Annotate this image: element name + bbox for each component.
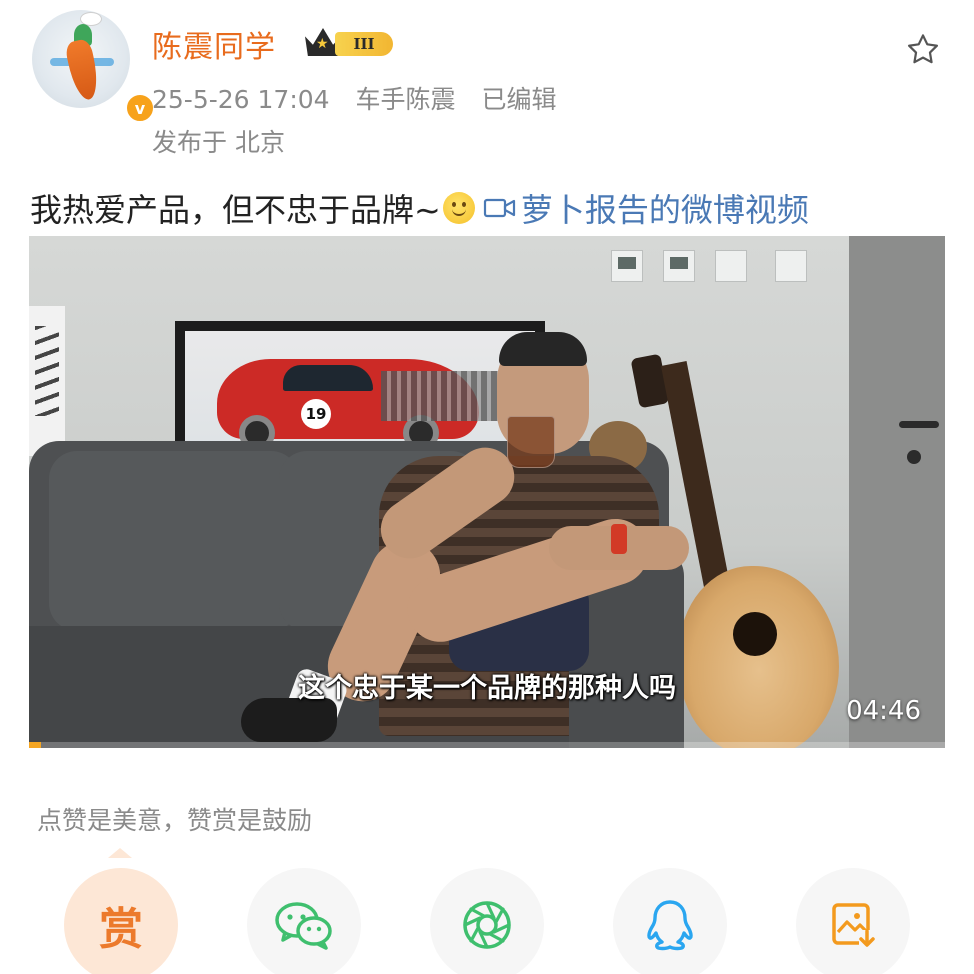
author-name[interactable]: 陈震同学 [152, 22, 276, 66]
video-player[interactable]: 19 这个忠于某一个品牌的那种人吗 04:46 [29, 236, 945, 748]
video-link[interactable]: 萝卜报告的微博视频 [483, 185, 809, 231]
reward-button[interactable]: 赏 [64, 868, 178, 974]
post-meta: 25-5-26 17:04 车手陈震 已编辑 [152, 80, 575, 116]
share-row: 赏 [0, 858, 974, 974]
wechat-share-button[interactable] [247, 868, 361, 974]
video-duration: 04:46 [846, 696, 921, 726]
author-avatar[interactable]: v [32, 10, 156, 124]
reward-icon: 赏 [99, 904, 143, 955]
video-camera-icon [483, 198, 515, 218]
post-body: 我热爱产品，但不忠于品牌~ [30, 191, 441, 229]
reward-hint: 点赞是美意，赞赏是鼓励 [37, 806, 313, 835]
edited-label[interactable]: 已编辑 [482, 85, 557, 114]
moments-icon [463, 901, 511, 949]
avatar-carrot-icon [64, 37, 102, 103]
vip-badge[interactable]: III [305, 26, 395, 58]
post-time: 25-5-26 17:04 [152, 85, 330, 114]
wechat-icon [275, 902, 332, 950]
save-image-button[interactable] [796, 868, 910, 974]
video-progress-fill [29, 742, 41, 748]
qq-share-button[interactable] [613, 868, 727, 974]
smile-emoji-icon [442, 192, 475, 224]
post-location: 发布于 北京 [152, 128, 285, 157]
qq-icon [647, 900, 693, 951]
video-link-label: 萝卜报告的微博视频 [520, 191, 809, 229]
moments-share-button[interactable] [430, 868, 544, 974]
video-progress-bar[interactable] [29, 742, 945, 748]
post-text: 我热爱产品，但不忠于品牌~ 萝卜报告的微博视频 [30, 185, 809, 231]
post-source[interactable]: 车手陈震 [356, 85, 456, 114]
verified-mark: v [134, 98, 146, 118]
star-icon [907, 34, 939, 64]
vip-level: III [335, 32, 393, 56]
save-image-icon [832, 903, 875, 948]
video-subtitle: 这个忠于某一个品牌的那种人吗 [298, 673, 676, 704]
favorite-star-button[interactable] [903, 30, 943, 70]
hint-caret [108, 848, 132, 858]
